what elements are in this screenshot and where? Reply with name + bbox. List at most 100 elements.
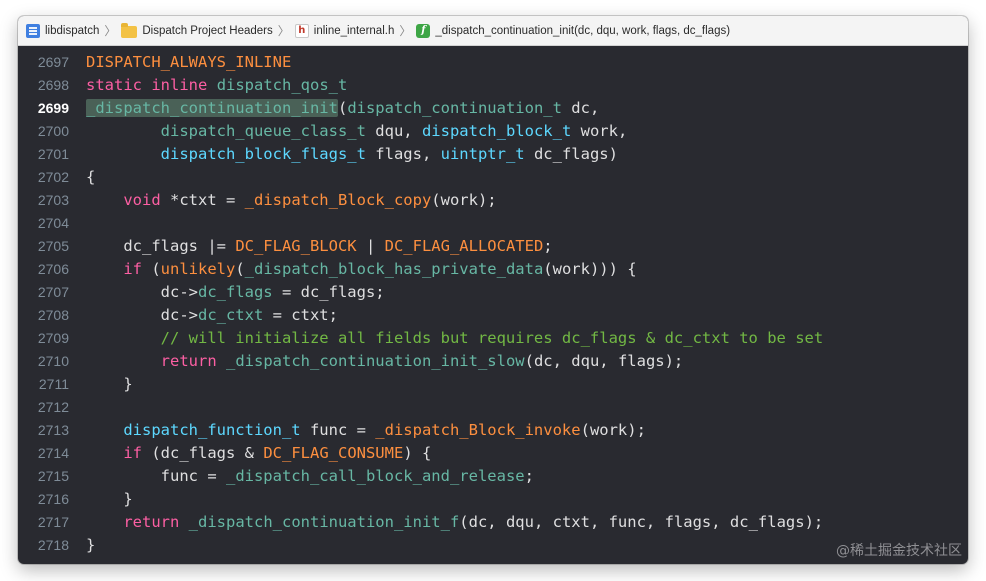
line-number: 2710 [37, 353, 69, 369]
line-number: 2702 [37, 169, 69, 185]
code-line[interactable]: 2701 dispatch_block_flags_t flags, uintp… [18, 143, 968, 166]
line-number: 2699 [37, 100, 69, 116]
chevron-right-icon: 〉 [277, 24, 290, 38]
line-number: 2705 [37, 238, 69, 254]
line-number: 2716 [37, 491, 69, 507]
code-token: dispatch_qos_t [216, 76, 348, 94]
line-number: 2698 [37, 77, 69, 93]
code-token: _dispatch_Block_invoke [375, 421, 581, 439]
code-line[interactable]: 2707 dc->dc_flags = dc_flags; [18, 281, 968, 304]
code-token: ( [142, 260, 161, 278]
code-token: ) { [403, 444, 432, 462]
line-number: 2717 [37, 514, 69, 530]
code-line[interactable]: 2708 dc->dc_ctxt = ctxt; [18, 304, 968, 327]
code-token: (dc, dqu, ctxt, func, flags, dc_flags); [459, 513, 824, 531]
code-text: return _dispatch_continuation_init_f(dc,… [86, 511, 823, 534]
code-line[interactable]: 2717 return _dispatch_continuation_init_… [18, 511, 968, 534]
line-number: 2714 [37, 445, 69, 461]
code-token: _dispatch_call_block_and_release [225, 467, 525, 485]
line-number: 2697 [37, 54, 69, 70]
document-icon [26, 23, 40, 38]
code-line[interactable]: 2705 dc_flags |= DC_FLAG_BLOCK | DC_FLAG… [18, 235, 968, 258]
code-token: work, [571, 122, 628, 140]
code-text: } [86, 488, 133, 511]
code-token: if [123, 260, 142, 278]
code-token: _dispatch_continuation_init_f [188, 513, 460, 531]
code-line[interactable]: 2709 // will initialize all fields but r… [18, 327, 968, 350]
code-token: _dispatch_continuation_init [86, 99, 338, 117]
line-number: 2707 [37, 284, 69, 300]
code-token: func = [300, 421, 376, 439]
code-token: dqu, [365, 122, 422, 140]
code-token: { [86, 168, 96, 186]
code-token: DISPATCH_ALWAYS_INLINE [86, 53, 292, 71]
code-token: dispatch_block_flags_t [160, 145, 366, 163]
watermark: @稀土掘金技术社区 [836, 543, 962, 559]
code-line[interactable]: 2714 if (dc_flags & DC_FLAG_CONSUME) { [18, 442, 968, 465]
code-token: static [86, 76, 142, 94]
code-text: dc->dc_flags = dc_flags; [86, 281, 385, 304]
jump-bar: libdispatch 〉 Dispatch Project Headers 〉… [18, 16, 968, 46]
code-token: dc-> [86, 306, 198, 324]
code-line[interactable]: 2698 static inline dispatch_qos_t [18, 74, 968, 97]
code-text: _dispatch_continuation_init(dispatch_con… [86, 97, 599, 120]
code-line[interactable]: 2715 func = _dispatch_call_block_and_rel… [18, 465, 968, 488]
code-token: (work); [431, 191, 497, 209]
code-text: return _dispatch_continuation_init_slow(… [86, 350, 684, 373]
code-text: dispatch_function_t func = _dispatch_Blo… [86, 419, 646, 442]
breadcrumb-project[interactable]: libdispatch [26, 23, 99, 38]
code-line[interactable]: 2697 DISPATCH_ALWAYS_INLINE [18, 51, 968, 74]
code-token: } [86, 490, 133, 508]
line-number: 2709 [37, 330, 69, 346]
code-token: DC_FLAG_ALLOCATED [384, 237, 544, 255]
code-line[interactable]: 2704 [18, 212, 968, 235]
code-token: dispatch_block_t [421, 122, 572, 140]
code-token: _dispatch_Block_copy [244, 191, 432, 209]
code-line[interactable]: 2700 dispatch_queue_class_t dqu, dispatc… [18, 120, 968, 143]
code-token: return [123, 513, 180, 531]
breadcrumb-function[interactable]: f _dispatch_continuation_init(dc, dqu, w… [416, 23, 730, 38]
code-token: | [356, 237, 385, 255]
code-line[interactable]: 2711 } [18, 373, 968, 396]
code-text: void *ctxt = _dispatch_Block_copy(work); [86, 189, 497, 212]
code-text: static inline dispatch_qos_t [86, 74, 347, 97]
code-line[interactable]: 2713 dispatch_function_t func = _dispatc… [18, 419, 968, 442]
code-line[interactable]: 2706 if (unlikely(_dispatch_block_has_pr… [18, 258, 968, 281]
xcode-editor-window: libdispatch 〉 Dispatch Project Headers 〉… [18, 16, 968, 564]
code-text: func = _dispatch_call_block_and_release; [86, 465, 534, 488]
breadcrumb-group[interactable]: Dispatch Project Headers [121, 22, 273, 38]
code-token: ; [524, 467, 534, 485]
chevron-right-icon: 〉 [104, 24, 117, 38]
line-number: 2704 [37, 215, 69, 231]
code-line[interactable]: 2702 { [18, 166, 968, 189]
code-line[interactable]: 2710 return _dispatch_continuation_init_… [18, 350, 968, 373]
code-text: dispatch_queue_class_t dqu, dispatch_blo… [86, 120, 628, 143]
line-number: 2700 [37, 123, 69, 139]
code-token: dispatch_queue_class_t [160, 122, 366, 140]
source-editor[interactable]: 2697 DISPATCH_ALWAYS_INLINE 2698 static inl… [18, 46, 968, 564]
code-token: void [123, 191, 161, 209]
breadcrumb-file-label: inline_internal.h [313, 24, 395, 37]
line-number: 2701 [37, 146, 69, 162]
code-token: = dc_flags; [272, 283, 385, 301]
code-token: dc_flags) [524, 145, 618, 163]
code-line[interactable]: 2703 void *ctxt = _dispatch_Block_copy(w… [18, 189, 968, 212]
code-line[interactable]: 2699 _dispatch_continuation_init(dispatch… [18, 97, 968, 120]
line-number: 2712 [37, 399, 69, 415]
code-token: dc-> [86, 283, 198, 301]
code-line[interactable]: 2718} [18, 534, 968, 557]
code-line[interactable]: 2712 [18, 396, 968, 419]
code-token: (work); [580, 421, 646, 439]
breadcrumb-file[interactable]: h inline_internal.h [294, 23, 395, 38]
code-token: DC_FLAG_CONSUME [263, 444, 404, 462]
code-line[interactable]: 2716 } [18, 488, 968, 511]
